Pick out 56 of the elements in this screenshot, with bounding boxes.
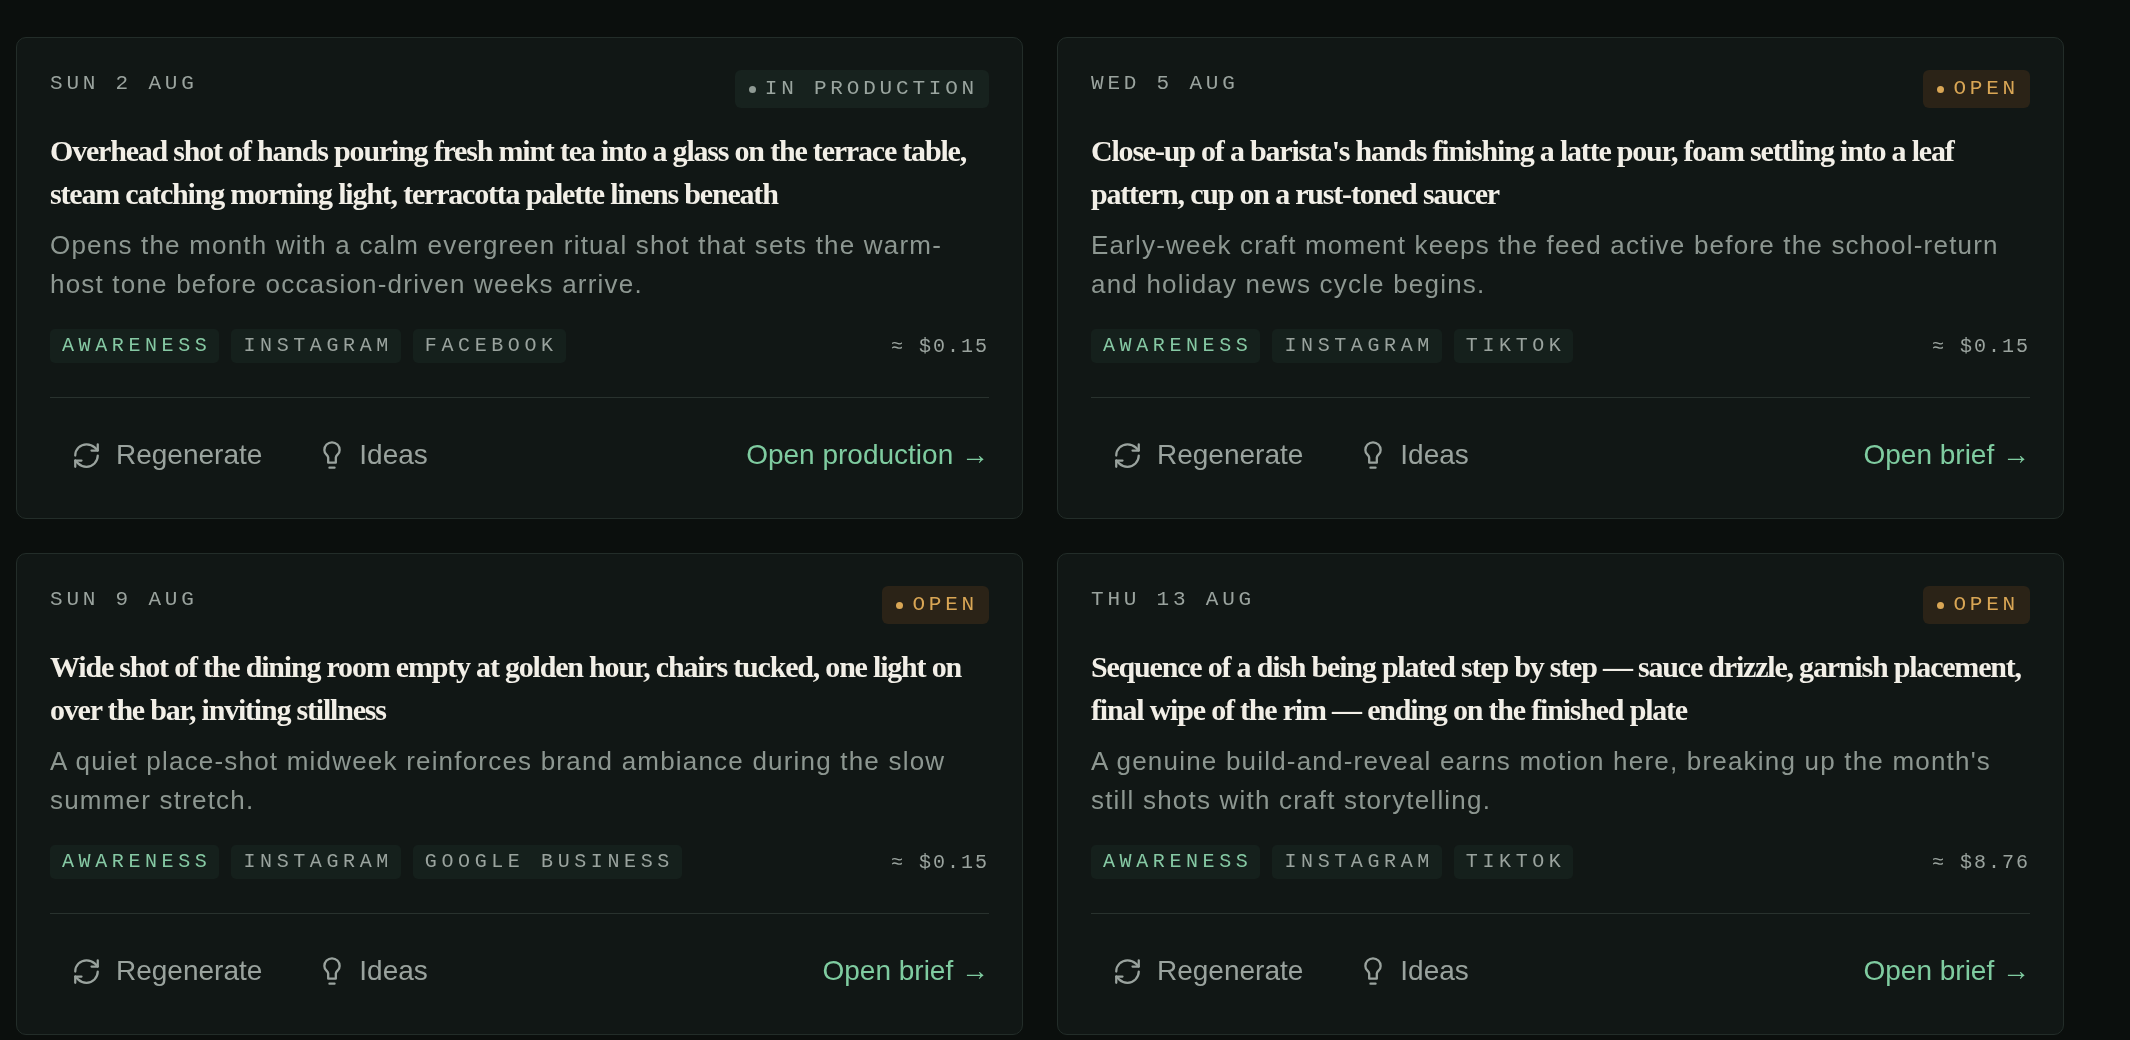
ideas-button[interactable]: Ideas (1339, 943, 1493, 999)
status-dot-icon (1937, 601, 1945, 609)
goal-tag: AWARENESS (1091, 845, 1261, 879)
channel-tag: TIKTOK (1453, 845, 1574, 879)
channel-tag: INSTAGRAM (231, 329, 401, 363)
goal-tag: AWARENESS (50, 329, 220, 363)
refresh-icon (1115, 442, 1140, 468)
regenerate-button[interactable]: Regenerate (50, 427, 287, 483)
card-title: Close-up of a barista's hands finishing a latte pour, foam settling into a leaf pattern, cup on a rust-toned saucer (1091, 133, 1956, 212)
status-label: OPEN (1953, 592, 2019, 618)
channel-tag: INSTAGRAM (1272, 845, 1442, 879)
date-label: SUN 2 AUG (50, 71, 198, 97)
status-label: OPEN (1953, 76, 2019, 102)
open-link[interactable]: Open brief → (1863, 427, 2030, 483)
refresh-icon (74, 958, 99, 984)
cost-estimate: ≈ $0.15 (1932, 334, 2030, 358)
regenerate-button[interactable]: Regenerate (50, 943, 287, 999)
regenerate-button[interactable]: Regenerate (1091, 943, 1328, 999)
status-label: OPEN (912, 592, 978, 618)
cost-estimate: ≈ $0.15 (891, 850, 989, 874)
status-dot-icon (896, 601, 904, 609)
open-link[interactable]: Open production → (746, 427, 989, 483)
card-description: A genuine build-and-reveal earns motion here, breaking up the month's still shots with craft storytelling. (1091, 745, 1993, 817)
date-label: SUN 9 AUG (50, 587, 198, 613)
date-label: WED 5 AUG (1091, 71, 1239, 97)
card-title: Overhead shot of hands pouring fresh mint tea into a glass on the terrace table, steam catching morning light, terracotta palette linens beneath (50, 133, 967, 212)
channel-tag: GOOGLE BUSINESS (412, 845, 682, 879)
open-link[interactable]: Open brief → (822, 943, 989, 999)
goal-tag: AWARENESS (1091, 329, 1261, 363)
channel-tag: FACEBOOK (412, 329, 566, 363)
card-description: Opens the month with a calm evergreen ritual shot that sets the warm-host tone before occasion-driven weeks arrive. (50, 229, 944, 301)
card-title: Sequence of a dish being plated step by step — sauce drizzle, garnish placement, final wipe of the rim — ending on the finished plate (1091, 649, 2022, 728)
status-label: IN PRODUCTION (764, 76, 978, 102)
card-title: Wide shot of the dining room empty at golden hour, chairs tucked, one light on over the bar, inviting stillness (50, 649, 963, 728)
open-link[interactable]: Open brief → (1863, 943, 2030, 999)
regenerate-button[interactable]: Regenerate (1091, 427, 1328, 483)
refresh-icon (1115, 958, 1140, 984)
card-description: A quiet place-shot midweek reinforces brand ambiance during the slow summer stretch. (50, 745, 947, 817)
goal-tag: AWARENESS (50, 845, 220, 879)
cost-estimate: ≈ $8.76 (1932, 850, 2030, 874)
channel-tag: TIKTOK (1453, 329, 1574, 363)
status-dot-icon (1937, 85, 1945, 93)
refresh-icon (74, 442, 99, 468)
cost-estimate: ≈ $0.15 (891, 334, 989, 358)
lightbulb-icon (322, 957, 343, 985)
ideas-button[interactable]: Ideas (298, 943, 452, 999)
ideas-button[interactable]: Ideas (298, 427, 452, 483)
status-dot-icon (748, 85, 756, 93)
lightbulb-icon (1363, 441, 1384, 469)
channel-tag: INSTAGRAM (231, 845, 401, 879)
ideas-button[interactable]: Ideas (1339, 427, 1493, 483)
lightbulb-icon (322, 441, 343, 469)
card-description: Early-week craft moment keeps the feed active before the school-return and holiday news cycle begins. (1091, 229, 2000, 301)
channel-tag: INSTAGRAM (1272, 329, 1442, 363)
date-label: THU 13 AUG (1091, 587, 1256, 613)
lightbulb-icon (1363, 957, 1384, 985)
